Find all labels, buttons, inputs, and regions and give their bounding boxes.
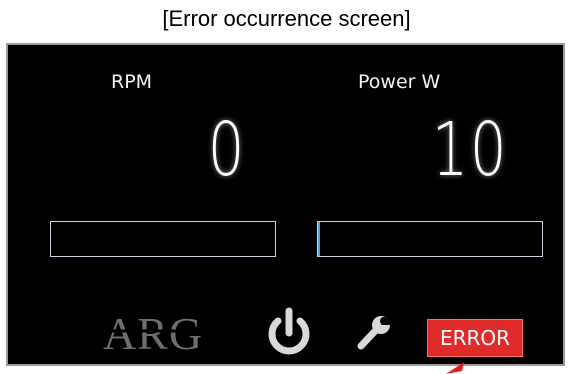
wrench-icon (357, 315, 393, 350)
device-screen: RPM Power W 0 10 ARG ERROR (6, 43, 565, 366)
pointer-arrow-icon (446, 362, 464, 374)
power-bar (317, 221, 543, 257)
power-bar-fill (318, 222, 320, 256)
power-button[interactable] (261, 305, 317, 361)
screen-caption: [Error occurrence screen] (162, 6, 411, 31)
settings-button[interactable] (353, 313, 393, 353)
power-label: Power W (358, 71, 441, 93)
rpm-label: RPM (111, 71, 153, 93)
power-icon (268, 307, 310, 355)
rpm-value: 0 (207, 107, 246, 193)
rpm-bar (50, 221, 276, 257)
power-value: 10 (431, 107, 508, 193)
arg-logo: ARG (86, 308, 220, 357)
error-button[interactable]: ERROR (427, 319, 523, 357)
